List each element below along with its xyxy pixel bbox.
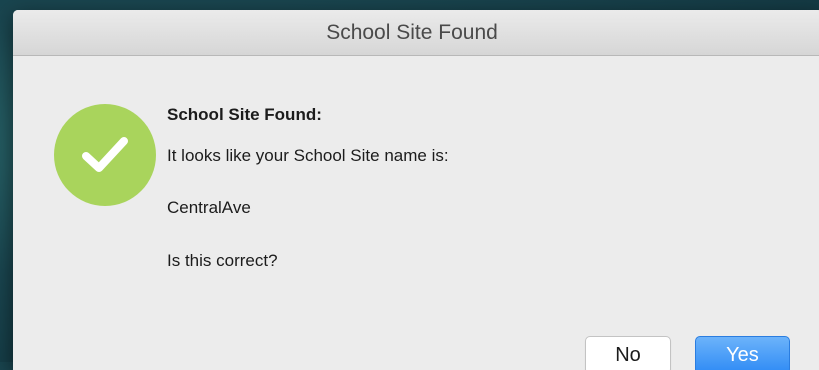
window-title: School Site Found xyxy=(326,20,498,44)
dialog-body: School Site Found: It looks like your Sc… xyxy=(13,56,819,370)
message-text: It looks like your School Site name is: xyxy=(167,146,449,165)
message-heading: School Site Found: xyxy=(167,105,322,124)
no-button[interactable]: No xyxy=(585,336,671,370)
school-site-name: CentralAve xyxy=(167,198,251,217)
yes-button[interactable]: Yes xyxy=(695,336,790,370)
title-bar[interactable]: School Site Found xyxy=(13,10,819,56)
success-badge xyxy=(54,104,156,206)
checkmark-icon xyxy=(82,137,128,172)
confirmation-question: Is this correct? xyxy=(167,251,278,270)
dialog-window: School Site Found School Site Found: It … xyxy=(13,10,819,370)
